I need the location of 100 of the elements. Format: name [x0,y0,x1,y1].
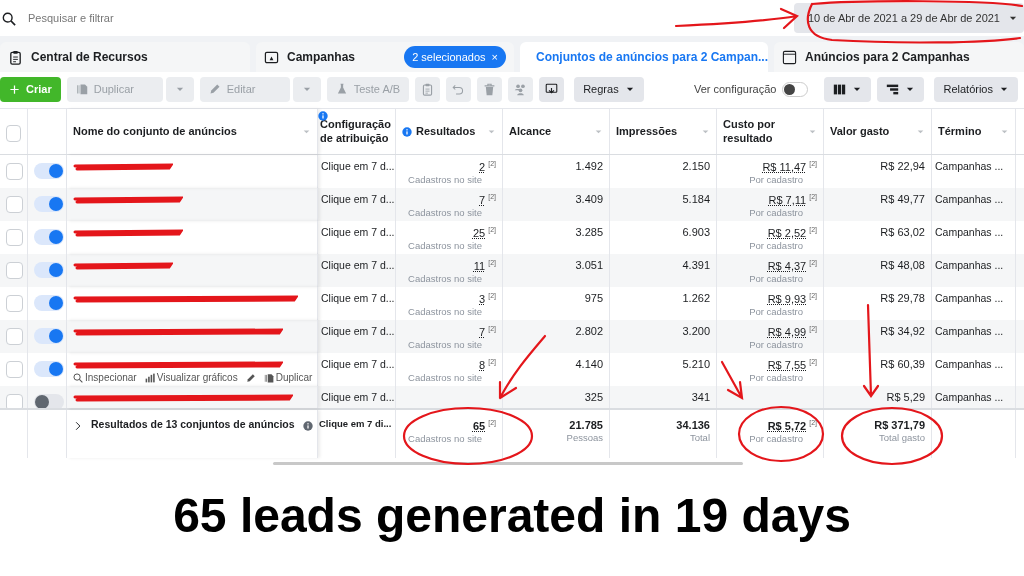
table-cell: R$ 29,78 [880,292,925,304]
plus-icon [9,83,20,95]
cell-note: Por cadastro [748,273,803,286]
total-cell: R$ 371,79 [874,419,925,431]
columns-button[interactable] [824,76,872,102]
table-cell: 1.262 [682,292,710,304]
sort-caret-icon [594,127,603,136]
totals-label: Resultados de 13 conjuntos de anúncios [91,418,295,432]
sort-caret-icon [1000,127,1009,136]
column-header[interactable]: Alcance [509,124,590,139]
rules-menu-button[interactable]: Regras [574,76,644,102]
status-toggle[interactable] [34,394,64,408]
checkbox[interactable] [6,361,23,378]
view-settings-toggle[interactable] [782,81,809,97]
table-cell: R$ 9,93 [767,292,807,305]
table-cell: Clique em 7 di... [319,418,392,429]
table-cell: Campanhas ... [935,226,1004,238]
table-cell: 2.150 [682,160,710,172]
table-cell: R$ 2,52 [767,226,807,239]
sort-caret-icon [487,127,496,136]
checkbox[interactable] [6,295,23,312]
table-cell: 6.903 [682,226,710,238]
column-header[interactable]: Resultados [416,124,483,139]
table-cell: R$ 4,37 [767,259,807,272]
sort-caret-icon [916,127,925,136]
table-cell: R$ 63,02 [880,226,925,238]
cell-note: Por cadastro [748,372,803,385]
table-cell: R$ 48,08 [880,259,925,271]
checkbox[interactable] [6,163,23,180]
table-cell: Clique em 7 d... [321,391,395,403]
table-cell: 7 [479,193,486,206]
checkbox[interactable] [6,229,23,246]
breakdown-button[interactable] [877,76,925,102]
row-action-link[interactable]: Visualizar gráficos [156,371,238,385]
checkbox[interactable] [6,196,23,213]
reports-button[interactable]: Relatórios [934,76,1018,102]
window-icon [782,49,797,65]
table-cell: Campanhas ... [935,325,1004,337]
trash-icon [483,82,497,96]
checkbox[interactable] [6,328,23,345]
column-header[interactable]: Impressões [616,124,697,139]
scrollbar[interactable] [273,461,743,465]
table-cell: R$ 49,77 [880,193,925,205]
export-icon [545,82,559,96]
status-toggle[interactable] [34,361,64,377]
search-input[interactable]: Pesquisar e filtrar [26,8,780,28]
checkbox[interactable] [6,124,21,142]
table-cell: Clique em 7 d... [321,193,395,205]
table-cell: Clique em 7 d... [321,160,395,172]
total-cell: R$ 5,72 [767,419,807,432]
date-range-picker[interactable]: 10 de Abr de 2021 a 29 de Abr de 2021 [793,3,1024,33]
table-cell: 4.391 [682,259,710,271]
table-cell: R$ 4,99 [767,325,807,338]
status-toggle[interactable] [34,229,64,245]
row-action-link[interactable]: Duplicar [275,371,313,385]
table-cell: 3 [479,292,486,305]
people-icon [514,82,528,96]
table-cell: 7 [479,325,486,338]
cell-note: Cadastros no site [407,240,482,253]
table-cell: 4.140 [575,358,603,370]
status-toggle[interactable] [34,262,64,278]
expand-icon[interactable] [73,421,83,432]
checkbox[interactable] [6,262,23,279]
table-cell: Campanhas ... [935,193,1004,205]
tab[interactable]: Central de Recursos [0,42,250,72]
edit-icon[interactable] [245,373,256,383]
columns-icon [833,82,847,96]
table-cell: 3.051 [575,259,603,271]
column-header[interactable]: Configuração de atribuição [320,118,391,145]
tab[interactable]: Conjuntos de anúncios para 2 Campan... [520,42,768,72]
cell-note: Cadastros no site [407,174,482,187]
undo-icon [452,82,466,96]
tab[interactable]: Anúncios para 2 Campanhas [774,42,1024,72]
status-toggle[interactable] [34,196,64,212]
table-cell: 25 [472,226,486,239]
selection-badge[interactable]: 2 selecionados × [404,45,506,69]
total-cell: 65 [472,419,486,432]
table-cell: R$ 60,39 [880,358,925,370]
cell-note: Total gasto [878,432,925,445]
table-cell: 341 [691,391,710,403]
toolbar-button[interactable] [539,76,565,102]
column-header[interactable]: Valor gasto [830,124,912,139]
checkbox[interactable] [6,394,23,408]
search-icon [2,11,16,26]
row-action-link[interactable]: Inspecionar [85,371,137,385]
table-cell: 5.184 [682,193,710,205]
status-toggle[interactable] [34,163,64,179]
cell-note: Por cadastro [748,240,803,253]
table-cell: 2 [479,160,486,173]
cell-note: Cadastros no site [407,306,482,319]
column-header[interactable]: Custo por resultado [723,118,804,145]
status-toggle[interactable] [34,295,64,311]
status-toggle[interactable] [34,328,64,344]
tab[interactable]: Campanhas 2 selecionados × [256,42,514,72]
bar-chart-icon [144,373,155,383]
column-header[interactable]: Nome do conjunto de anúncios [73,124,298,139]
folder-icon [264,49,279,65]
table-cell: 3.200 [682,325,710,337]
table-cell: 1.492 [575,160,603,172]
column-header[interactable]: Término [938,124,996,139]
